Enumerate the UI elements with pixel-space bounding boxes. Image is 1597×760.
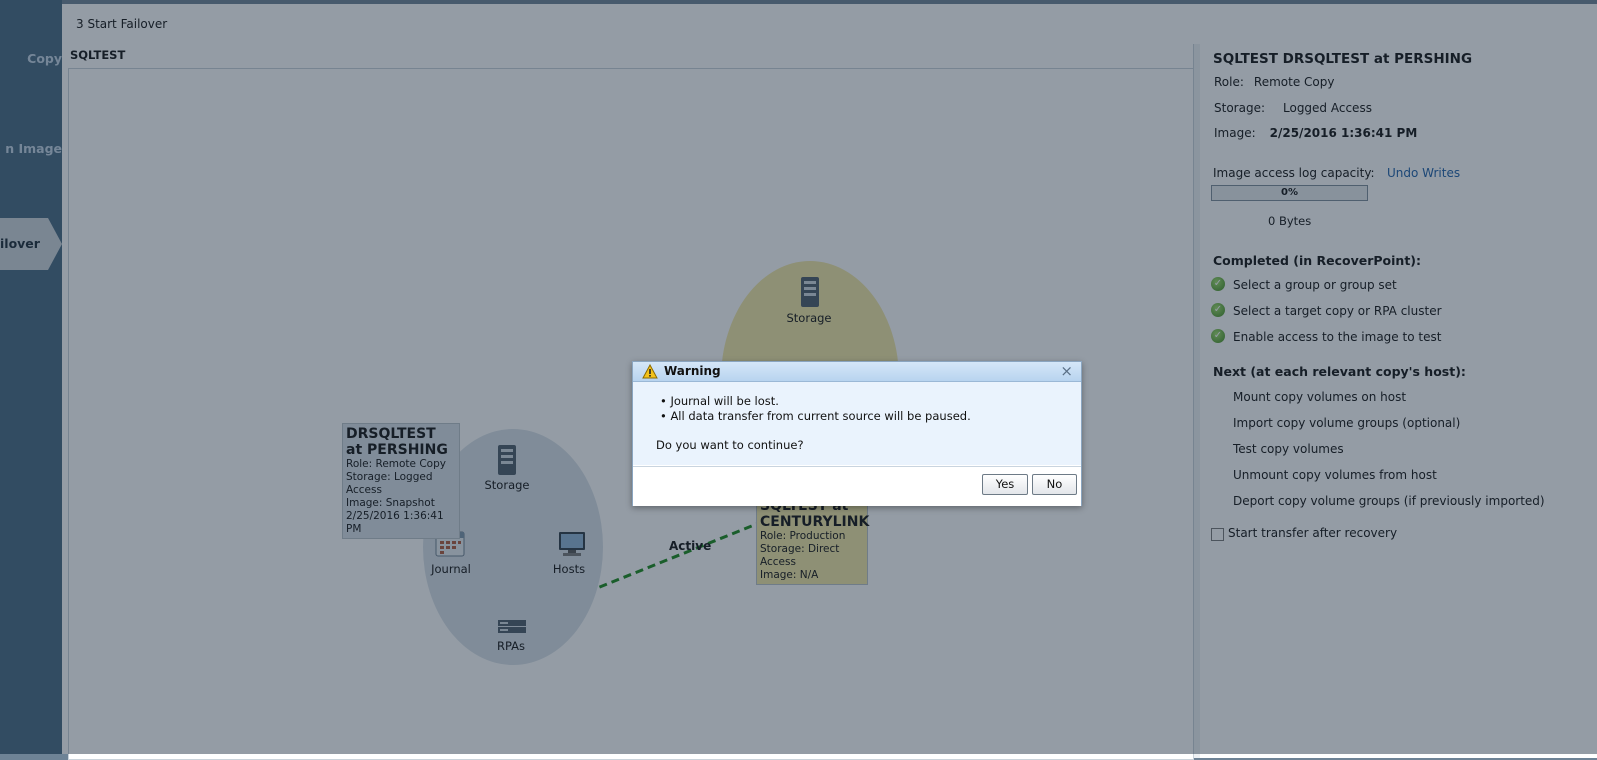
- no-button[interactable]: No: [1032, 474, 1077, 495]
- close-icon[interactable]: ×: [1060, 362, 1073, 380]
- dialog-titlebar[interactable]: Warning ×: [633, 362, 1081, 382]
- dialog-footer: Yes No: [633, 466, 1081, 506]
- yes-button[interactable]: Yes: [982, 474, 1028, 495]
- dialog-body: • Journal will be lost. • All data trans…: [633, 382, 1081, 465]
- dialog-bullet: • Journal will be lost.: [660, 394, 779, 408]
- dialog-question: Do you want to continue?: [656, 438, 804, 452]
- dialog-title: Warning: [664, 364, 721, 378]
- warning-dialog: Warning × • Journal will be lost. • All …: [632, 361, 1082, 506]
- warning-icon: [642, 363, 658, 379]
- dialog-bullet: • All data transfer from current source …: [660, 409, 971, 423]
